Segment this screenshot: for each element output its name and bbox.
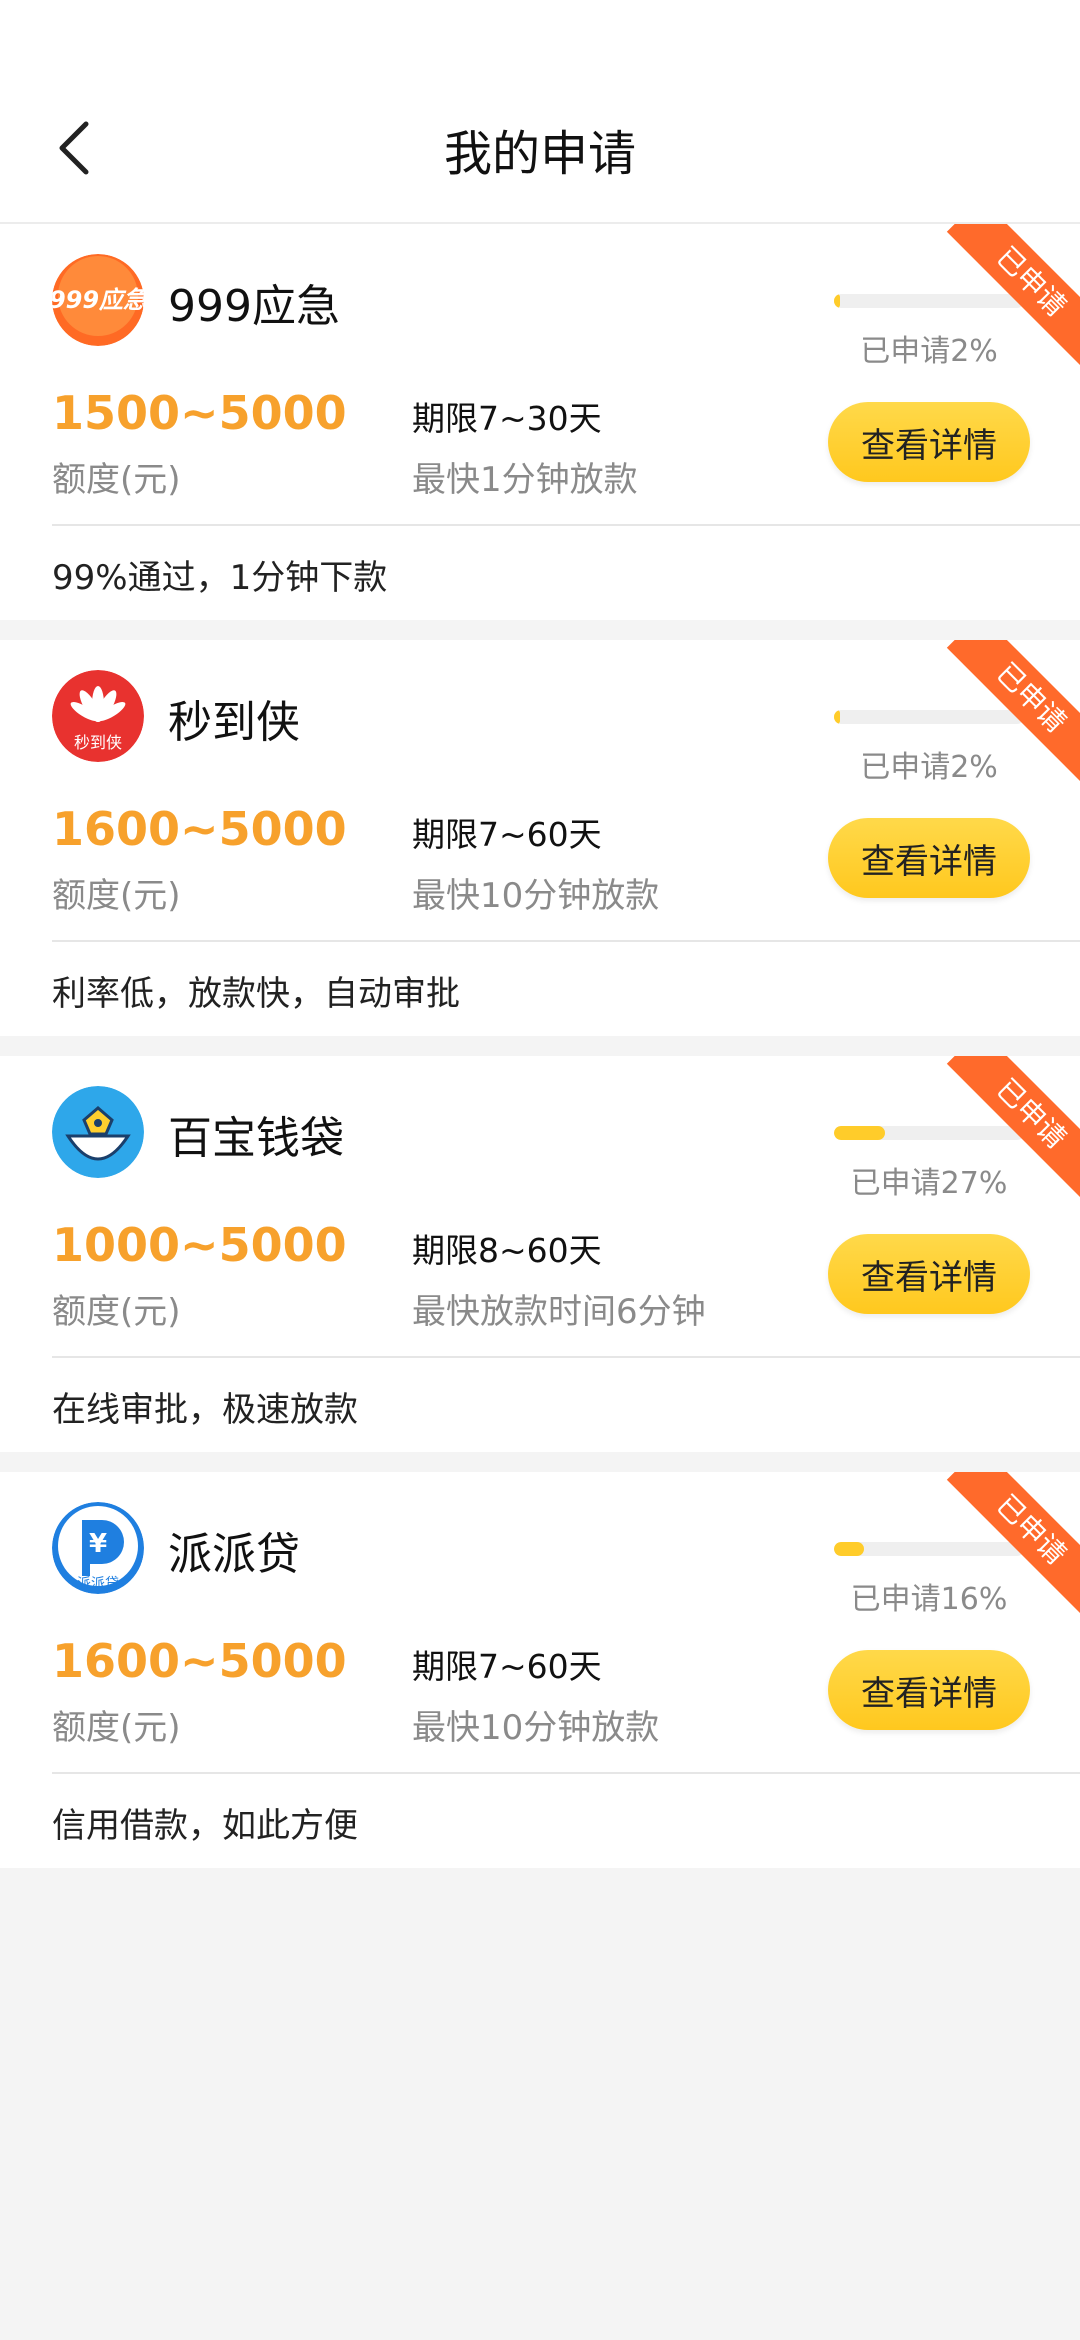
- progress-fill: [834, 1542, 865, 1556]
- page-title: 我的申请: [443, 126, 636, 182]
- progress-bar: [834, 294, 1024, 308]
- logo-text: 秒到侠: [74, 733, 122, 752]
- progress-text: 已申请2%: [860, 334, 998, 369]
- divider: [52, 940, 1080, 942]
- amount-label: 额度(元): [52, 460, 181, 500]
- amount-label: 额度(元): [52, 876, 181, 916]
- progress-fill: [834, 1126, 886, 1140]
- nav-bar: 我的申请: [0, 80, 1080, 224]
- loan-term: 期限8~60天: [412, 1231, 602, 1270]
- loan-term: 期限7~60天: [412, 815, 602, 854]
- application-card[interactable]: 秒到侠 秒到侠 已申请2% 1600~5000 额度(元) 期限7~60天 最快…: [0, 640, 1080, 1036]
- progress-fill: [834, 294, 840, 308]
- divider: [52, 1772, 1080, 1774]
- amount-range: 1600~5000: [52, 1634, 347, 1688]
- baibao-wallet-logo: [52, 1086, 144, 1178]
- divider: [52, 1356, 1080, 1358]
- view-details-button[interactable]: 查看详情: [828, 818, 1030, 898]
- loan-term: 期限7~60天: [412, 1647, 602, 1686]
- product-name: 百宝钱袋: [168, 1113, 344, 1164]
- progress-bar: [834, 1126, 1024, 1140]
- divider: [52, 524, 1080, 526]
- 999-emergency-logo: 999应急: [52, 254, 144, 346]
- view-details-button[interactable]: 查看详情: [828, 402, 1030, 482]
- logo-text: 派派贷: [77, 1576, 119, 1592]
- disbursement-speed: 最快10分钟放款: [412, 1708, 660, 1748]
- application-card[interactable]: 百宝钱袋 已申请27% 1000~5000 额度(元) 期限8~60天 最快放款…: [0, 1056, 1080, 1452]
- amount-range: 1000~5000: [52, 1218, 347, 1272]
- progress-bar: [834, 710, 1024, 724]
- progress-text: 已申请2%: [860, 750, 998, 785]
- progress-bar: [834, 1542, 1024, 1556]
- progress-fill: [834, 710, 840, 724]
- progress-text: 已申请16%: [850, 1582, 1008, 1617]
- view-details-button[interactable]: 查看详情: [828, 1234, 1030, 1314]
- amount-range: 1500~5000: [52, 386, 347, 440]
- svg-text:¥: ¥: [89, 1529, 107, 1559]
- application-card[interactable]: 999应急 999应急 已申请2% 1500~5000 额度(元) 期限7~30…: [0, 224, 1080, 620]
- tagline: 在线审批，极速放款: [52, 1390, 358, 1430]
- application-card[interactable]: ¥ 派派贷 派派贷 已申请16% 1600~5000 额度(元) 期限7~60天…: [0, 1472, 1080, 1868]
- disbursement-speed: 最快1分钟放款: [412, 460, 638, 500]
- product-name: 派派贷: [168, 1529, 300, 1580]
- tagline: 99%通过，1分钟下款: [52, 558, 388, 598]
- view-details-button[interactable]: 查看详情: [828, 1650, 1030, 1730]
- progress-text: 已申请27%: [850, 1166, 1008, 1201]
- paipaidai-logo: ¥ 派派贷: [52, 1502, 144, 1594]
- tagline: 利率低，放款快，自动审批: [52, 974, 460, 1014]
- application-list: 999应急 999应急 已申请2% 1500~5000 额度(元) 期限7~30…: [0, 224, 1080, 1888]
- status-bar: [0, 0, 1080, 80]
- logo-text: 999应急: [52, 286, 144, 314]
- disbursement-speed: 最快10分钟放款: [412, 876, 660, 916]
- product-name: 999应急: [168, 281, 340, 332]
- miaodaoxia-logo: 秒到侠: [52, 670, 144, 762]
- amount-label: 额度(元): [52, 1292, 181, 1332]
- amount-label: 额度(元): [52, 1708, 181, 1748]
- product-name: 秒到侠: [168, 697, 300, 748]
- disbursement-speed: 最快放款时间6分钟: [412, 1292, 706, 1332]
- tagline: 信用借款，如此方便: [52, 1806, 358, 1846]
- loan-term: 期限7~30天: [412, 399, 602, 438]
- amount-range: 1600~5000: [52, 802, 347, 856]
